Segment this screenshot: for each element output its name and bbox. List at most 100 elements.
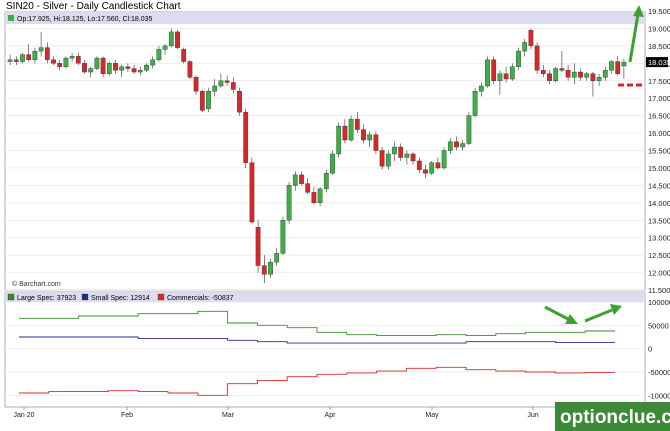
candle-body bbox=[137, 70, 143, 73]
candle-body bbox=[82, 63, 87, 73]
ohlc-readout: Op:17.925, Hi:18.125, Lo:17.560, Cl:18.0… bbox=[17, 16, 153, 23]
candle-body bbox=[447, 141, 453, 151]
price-y-axis: 19.50019.00018.50018.00017.50017.00016.5… bbox=[648, 7, 670, 295]
price-y-tick: 15.000 bbox=[648, 164, 670, 173]
brand-text: optionclue.com bbox=[560, 407, 670, 428]
candle-body bbox=[553, 68, 559, 81]
x-tick-label: Apr bbox=[325, 412, 337, 419]
candle-body bbox=[162, 45, 168, 50]
candle-body bbox=[404, 153, 410, 158]
candle-body bbox=[249, 162, 255, 223]
x-tick-label: May bbox=[425, 412, 439, 419]
cot-y-tick: -100000 bbox=[648, 391, 670, 400]
cot-y-tick: 100000 bbox=[648, 298, 670, 307]
price-y-tick: 17.500 bbox=[648, 77, 670, 86]
candle-body bbox=[199, 91, 205, 111]
price-y-tick: 14.000 bbox=[648, 199, 670, 208]
candle-body bbox=[212, 85, 218, 92]
candle-body bbox=[373, 134, 379, 151]
candle-body bbox=[26, 54, 32, 61]
candle-body bbox=[206, 91, 211, 109]
candle-body bbox=[590, 73, 596, 81]
candle-body bbox=[497, 73, 503, 81]
candle-body bbox=[578, 71, 583, 78]
legend-label: Small Spec: 12914 bbox=[91, 295, 150, 302]
candle-body bbox=[156, 49, 162, 61]
candle-body bbox=[305, 183, 311, 193]
candle-body bbox=[361, 129, 366, 141]
candle-body bbox=[125, 66, 131, 69]
candle-body bbox=[385, 153, 391, 167]
price-y-tick: 16.000 bbox=[648, 129, 670, 138]
candle-body bbox=[261, 265, 267, 275]
candle-body bbox=[392, 146, 397, 155]
candle-body bbox=[429, 162, 435, 174]
candle-body bbox=[63, 57, 69, 67]
candle-body bbox=[379, 150, 385, 167]
candle-body bbox=[491, 59, 497, 81]
cot-y-tick: 0 bbox=[648, 345, 652, 354]
candle-body bbox=[32, 50, 38, 61]
chart-title: SIN20 - Silver - Daily Candlestick Chart bbox=[6, 1, 181, 12]
cot-y-tick: 50000 bbox=[648, 321, 669, 330]
candle-body bbox=[106, 63, 112, 74]
candle-body bbox=[466, 115, 472, 144]
candle-body bbox=[187, 61, 193, 78]
candle-body bbox=[609, 61, 614, 71]
candle-body bbox=[299, 174, 304, 184]
candle-body bbox=[292, 174, 298, 186]
candle-body bbox=[144, 64, 149, 71]
candle-body bbox=[88, 68, 94, 73]
barchart-credit: © Barchart.com bbox=[12, 280, 61, 288]
candle-body bbox=[410, 153, 416, 162]
candle-body bbox=[472, 91, 478, 116]
candle-body bbox=[75, 56, 81, 64]
price-y-tick: 15.500 bbox=[648, 147, 670, 156]
x-tick-label: Mar bbox=[222, 412, 235, 419]
candle-body bbox=[44, 47, 50, 61]
candle-body bbox=[596, 77, 602, 81]
candle-body bbox=[150, 59, 156, 66]
candle-body bbox=[51, 59, 56, 64]
legend-label: Commercials: -50837 bbox=[167, 295, 234, 302]
candle-body bbox=[230, 82, 236, 90]
candle-body bbox=[330, 153, 335, 174]
candle-body bbox=[534, 45, 540, 71]
price-y-tick: 19.000 bbox=[648, 24, 670, 33]
candle-body bbox=[20, 54, 25, 62]
candle-body bbox=[119, 66, 125, 71]
chart-root: SIN20 - Silver - Daily Candlestick Chart… bbox=[4, 1, 670, 431]
candle-body bbox=[602, 70, 608, 78]
candle-body bbox=[348, 118, 354, 141]
price-y-tick: 13.000 bbox=[648, 234, 670, 243]
candle-body bbox=[559, 68, 565, 71]
candle-body bbox=[181, 49, 187, 62]
candle-body bbox=[478, 85, 484, 92]
x-tick-label: Jan 20 bbox=[13, 412, 34, 419]
candle-body bbox=[342, 125, 348, 141]
candle-body bbox=[423, 169, 428, 174]
candle-body bbox=[38, 47, 44, 52]
candle-body bbox=[441, 150, 447, 169]
candle-body bbox=[367, 134, 373, 141]
price-y-tick: 12.500 bbox=[648, 251, 670, 260]
cot-y-tick: -50000 bbox=[648, 368, 670, 377]
candle-body bbox=[416, 160, 422, 170]
candle-body bbox=[175, 31, 180, 48]
candle-body bbox=[193, 77, 199, 92]
price-y-tick: 19.500 bbox=[648, 7, 670, 16]
candle-body bbox=[336, 125, 342, 155]
candle-body bbox=[274, 253, 280, 263]
candle-body bbox=[224, 80, 230, 83]
candle-body bbox=[503, 73, 509, 80]
candle-body bbox=[323, 172, 329, 190]
candle-body bbox=[621, 61, 627, 67]
candle-body bbox=[435, 162, 441, 169]
candle-body bbox=[565, 70, 571, 78]
candle-body bbox=[398, 146, 404, 158]
candle-body bbox=[317, 188, 323, 204]
candle-body bbox=[311, 192, 317, 204]
candle-body bbox=[69, 56, 75, 59]
candle-body bbox=[540, 70, 546, 74]
candle-body bbox=[168, 31, 174, 47]
